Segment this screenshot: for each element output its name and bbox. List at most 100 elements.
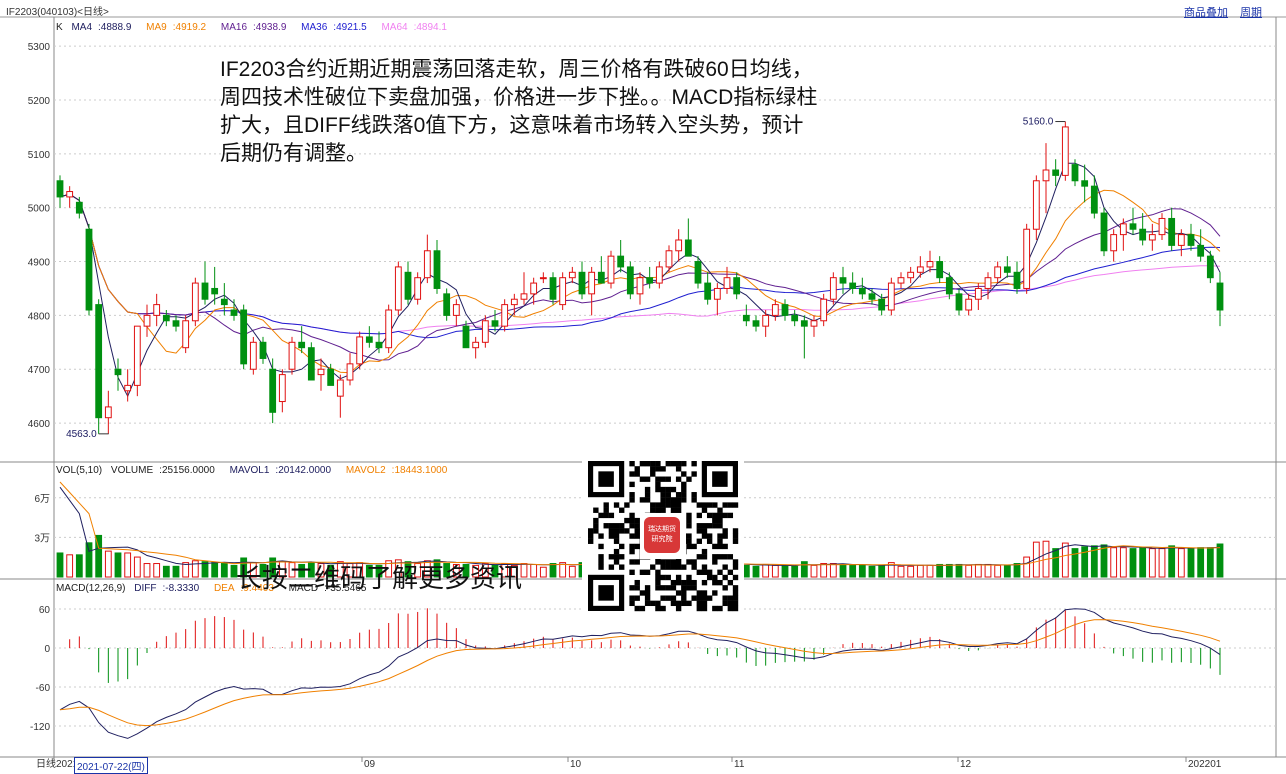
qr-module bbox=[727, 579, 734, 586]
candle-body bbox=[907, 271, 915, 279]
cursor-date: 2021-07-22(四) bbox=[74, 757, 148, 774]
candle-body bbox=[974, 287, 982, 300]
qr-module bbox=[608, 533, 615, 539]
qr-module bbox=[732, 574, 739, 581]
ma9-legend: MA9:4919.2 bbox=[146, 22, 207, 33]
candle-body bbox=[878, 298, 886, 311]
qr-module bbox=[639, 476, 646, 482]
qr-module bbox=[619, 507, 625, 513]
qr-module bbox=[613, 502, 620, 508]
qr-module bbox=[732, 595, 739, 601]
qr-module bbox=[670, 461, 677, 467]
candle-body bbox=[839, 277, 847, 284]
qr-module bbox=[681, 600, 687, 607]
candle-body bbox=[1061, 126, 1069, 176]
volume-bar bbox=[114, 552, 122, 578]
qr-module bbox=[706, 595, 713, 601]
qr-module bbox=[691, 579, 697, 586]
volume-bar bbox=[211, 562, 219, 578]
candle-body bbox=[510, 298, 518, 306]
qr-module bbox=[598, 554, 604, 560]
qr-module bbox=[732, 502, 739, 508]
qr-module bbox=[717, 533, 723, 539]
qr-module bbox=[644, 461, 651, 467]
candle-body bbox=[317, 368, 325, 376]
candle-body bbox=[1052, 169, 1060, 176]
qr-module bbox=[629, 533, 635, 539]
qr-module bbox=[624, 502, 630, 508]
qr-module bbox=[686, 574, 692, 581]
qr-caption: 长按二维码了解更多资讯 bbox=[236, 563, 523, 593]
qr-module bbox=[722, 543, 728, 550]
x-tick-label: 10 bbox=[570, 759, 582, 770]
candle-body bbox=[1013, 271, 1021, 289]
candle-body bbox=[897, 277, 905, 284]
qr-module bbox=[670, 497, 677, 503]
qr-module bbox=[603, 523, 609, 529]
qr-module bbox=[696, 502, 702, 508]
candle-body bbox=[568, 271, 576, 279]
qr-module bbox=[603, 512, 609, 519]
qr-module bbox=[665, 461, 671, 467]
qr-module bbox=[701, 554, 708, 560]
qr-module bbox=[727, 569, 734, 575]
qr-module bbox=[686, 543, 692, 550]
candle-body bbox=[926, 261, 934, 268]
analysis-annotation: IF2203合约近期近期震荡回落走软，周三价格有跌破60日均线，周四技术性破位下… bbox=[220, 58, 818, 165]
price-tick-label: 5000 bbox=[28, 204, 51, 215]
candle-body bbox=[655, 266, 663, 284]
volume-bar bbox=[162, 565, 170, 578]
overlay-link[interactable]: 商品叠加 bbox=[1184, 4, 1228, 20]
qr-module bbox=[650, 471, 656, 477]
qr-code[interactable]: 瑞达期货研究院 bbox=[582, 455, 744, 617]
candle-body bbox=[1081, 180, 1089, 187]
qr-finder bbox=[598, 585, 614, 601]
qr-module bbox=[670, 486, 677, 493]
k-label: K bbox=[56, 22, 63, 33]
qr-module bbox=[634, 517, 640, 524]
candle-body bbox=[559, 277, 567, 306]
volume-bar bbox=[820, 563, 828, 578]
qr-module bbox=[629, 512, 635, 519]
candle-body bbox=[404, 271, 412, 300]
qr-module bbox=[701, 548, 708, 555]
qr-module bbox=[722, 600, 728, 607]
qr-module bbox=[644, 585, 651, 591]
qr-module bbox=[655, 559, 661, 565]
qr-module bbox=[588, 538, 594, 544]
qr-module bbox=[634, 528, 640, 534]
candle-body bbox=[694, 261, 702, 284]
qr-module bbox=[660, 507, 666, 513]
volume-bar bbox=[549, 563, 557, 578]
qr-module bbox=[629, 471, 635, 477]
qr-module bbox=[650, 600, 656, 607]
candle-body bbox=[1216, 282, 1224, 311]
volume-bar bbox=[1119, 547, 1127, 578]
x-tick-label: 202201 bbox=[1188, 759, 1222, 770]
candle-body bbox=[462, 325, 470, 349]
candle-body bbox=[501, 304, 509, 327]
candle-body bbox=[104, 406, 112, 419]
vol-label: VOL(5,10) bbox=[56, 465, 103, 476]
volume-bar bbox=[791, 565, 799, 578]
qr-center-logo: 瑞达期货研究院 bbox=[644, 517, 680, 553]
candle-body bbox=[1110, 234, 1118, 252]
volume-bar bbox=[1110, 547, 1118, 578]
volume-bar bbox=[839, 563, 847, 578]
candle-body bbox=[1177, 234, 1185, 246]
qr-module bbox=[650, 461, 656, 467]
qr-module bbox=[691, 559, 697, 565]
candle-body bbox=[742, 314, 750, 322]
qr-module bbox=[701, 528, 708, 534]
qr-module bbox=[644, 492, 651, 498]
qr-module bbox=[675, 600, 682, 607]
qr-module bbox=[675, 507, 682, 513]
qr-module bbox=[655, 579, 661, 586]
period-link[interactable]: 周期 bbox=[1240, 4, 1262, 20]
qr-module bbox=[722, 564, 728, 570]
candle-body bbox=[1148, 234, 1156, 241]
qr-module bbox=[681, 579, 687, 586]
qr-module bbox=[665, 564, 671, 570]
qr-module bbox=[675, 492, 682, 498]
qr-module bbox=[665, 502, 671, 508]
